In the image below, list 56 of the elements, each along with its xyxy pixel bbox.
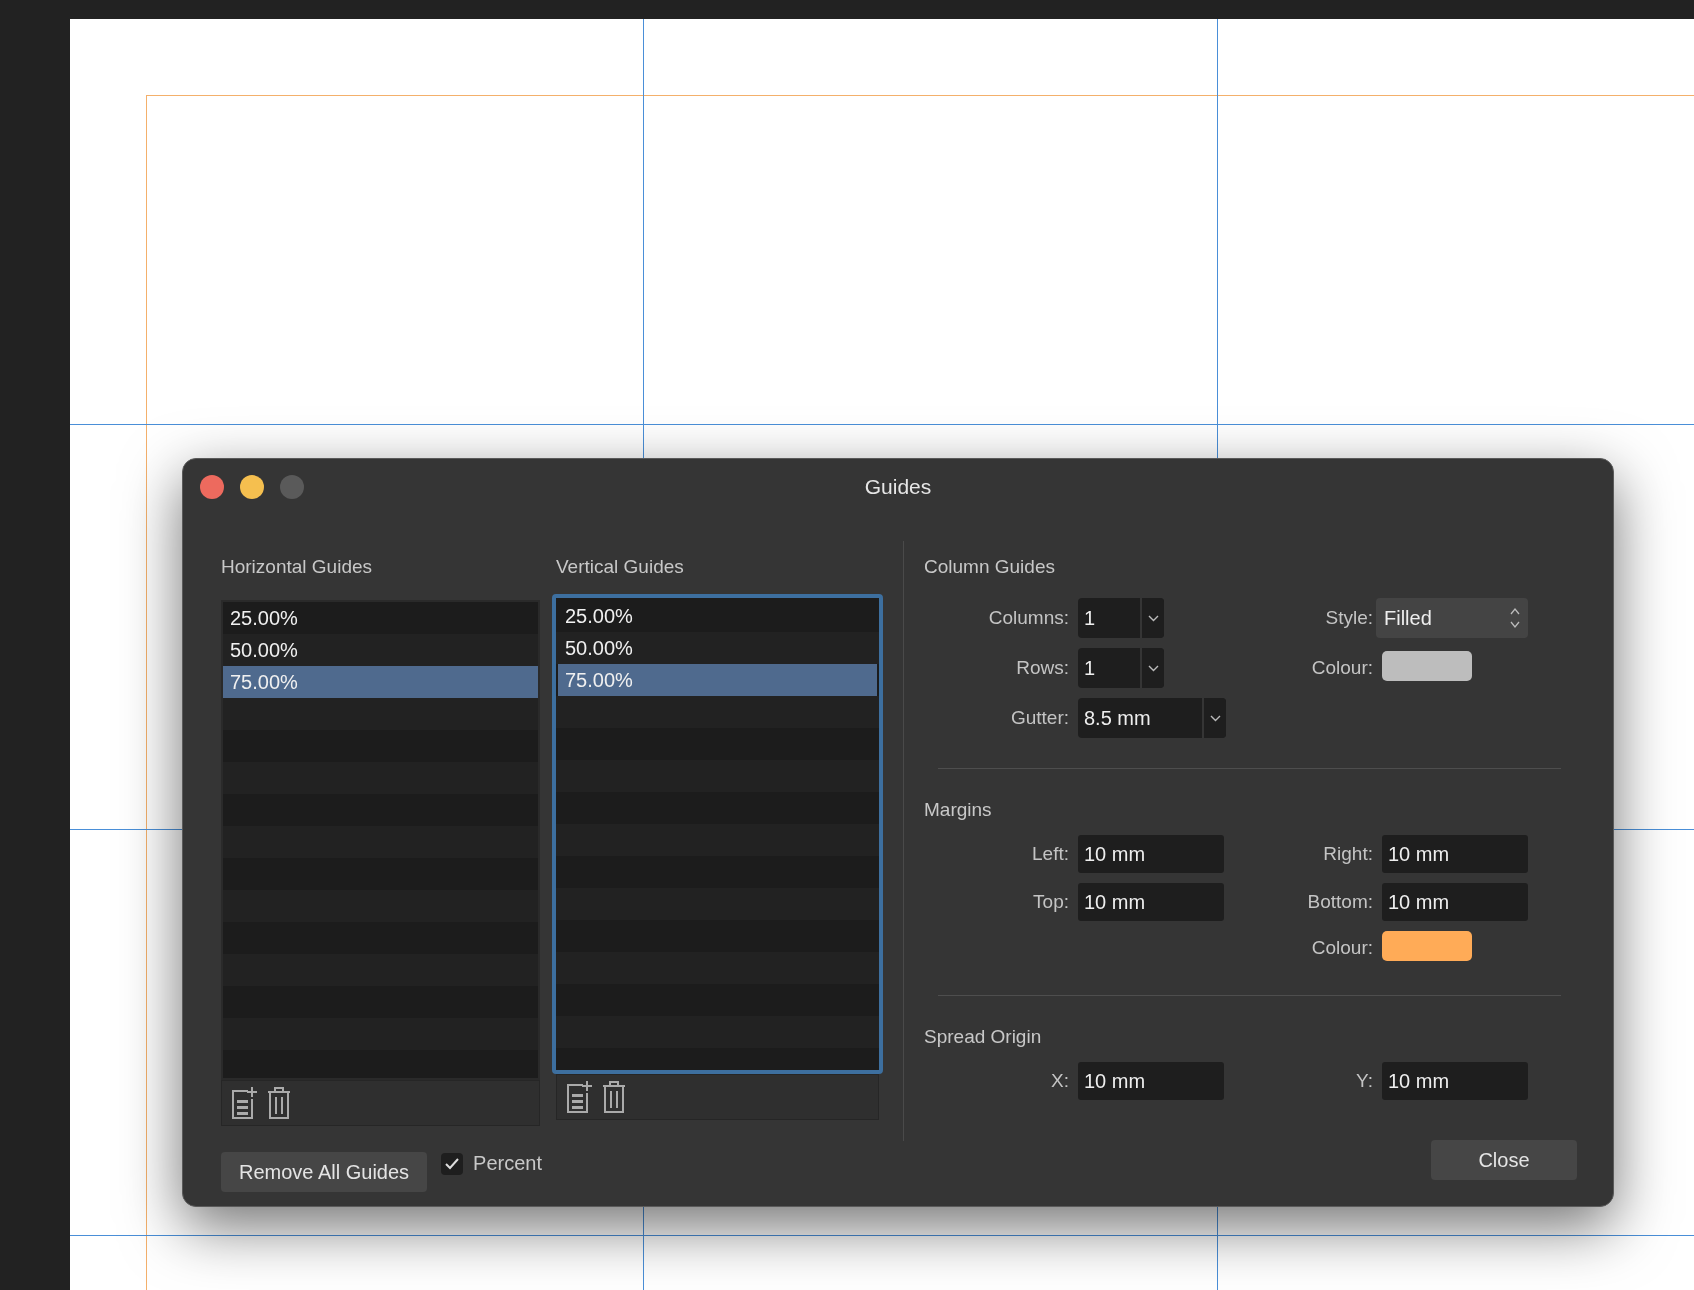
colour-swatch[interactable] [1382, 931, 1472, 961]
field-label: Y: [1356, 1070, 1373, 1092]
add-document-icon [230, 1086, 258, 1120]
guide-list[interactable]: 25.00% 50.00% 75.00% [221, 600, 540, 1080]
chevron-down-icon [1209, 714, 1221, 722]
guide-list-item[interactable]: 75.00% [558, 664, 877, 696]
remove-all-guides-button[interactable]: Remove All Guides [221, 1152, 428, 1192]
checkmark-icon [445, 1157, 460, 1170]
delete-guide-button[interactable] [266, 1086, 292, 1120]
add-document-icon [565, 1080, 593, 1114]
field-label: Gutter: [1010, 707, 1069, 729]
input-field[interactable]: 10 mm [1382, 883, 1528, 921]
minimize-window-button[interactable] [240, 475, 264, 499]
checkbox-label: Percent [473, 1152, 542, 1175]
trash-icon [266, 1086, 292, 1120]
list-heading: Horizontal Guides [221, 556, 374, 578]
input-field[interactable]: 10 mm [1078, 1062, 1224, 1100]
section-heading: Margins [924, 799, 993, 821]
style-dropdown[interactable]: Filled [1376, 598, 1528, 638]
input-field[interactable]: 10 mm [1382, 1062, 1528, 1100]
chevron-down-icon [1147, 614, 1159, 622]
dropdown-button[interactable] [1140, 648, 1164, 688]
input-field[interactable]: 10 mm [1078, 883, 1224, 921]
list-heading: Vertical Guides [556, 556, 685, 578]
field-label: Right: [1323, 843, 1373, 865]
dropdown-button[interactable] [1202, 698, 1226, 738]
field-label: Columns: [988, 607, 1069, 629]
field-label: Colour: [1311, 937, 1373, 959]
dropdown-button[interactable] [1140, 598, 1164, 638]
section-heading: Spread Origin [924, 1026, 1043, 1048]
combo-box[interactable]: 1 [1078, 648, 1164, 688]
close-button[interactable]: Close [1431, 1140, 1577, 1180]
input-field[interactable]: 10 mm [1382, 835, 1528, 873]
section-heading: Column Guides [924, 556, 1056, 578]
field-label: Rows: [1016, 657, 1069, 679]
field-label: Bottom: [1307, 891, 1373, 913]
close-window-button[interactable] [200, 475, 224, 499]
field-label: Left: [1032, 843, 1069, 865]
colour-swatch[interactable] [1382, 651, 1472, 681]
chevron-down-icon [1147, 664, 1159, 672]
guide-list-item[interactable]: 75.00% [223, 666, 538, 698]
add-guide-button[interactable] [565, 1080, 593, 1114]
window-title: Guides [864, 475, 932, 499]
guide-list[interactable]: 25.00% 50.00% 75.00% [552, 594, 883, 1074]
combo-box[interactable]: 8.5 mm [1078, 698, 1226, 738]
combo-box[interactable]: 1 [1078, 598, 1164, 638]
up-down-arrows-icon [1510, 607, 1520, 629]
percent-checkbox[interactable] [441, 1152, 464, 1175]
input-field[interactable]: 10 mm [1078, 835, 1224, 873]
delete-guide-button[interactable] [601, 1080, 627, 1114]
field-label: Style: [1325, 607, 1373, 629]
field-label: X: [1051, 1070, 1069, 1092]
trash-icon [601, 1080, 627, 1114]
field-label: Colour: [1311, 657, 1373, 679]
field-label: Top: [1033, 891, 1069, 913]
add-guide-button[interactable] [230, 1086, 258, 1120]
